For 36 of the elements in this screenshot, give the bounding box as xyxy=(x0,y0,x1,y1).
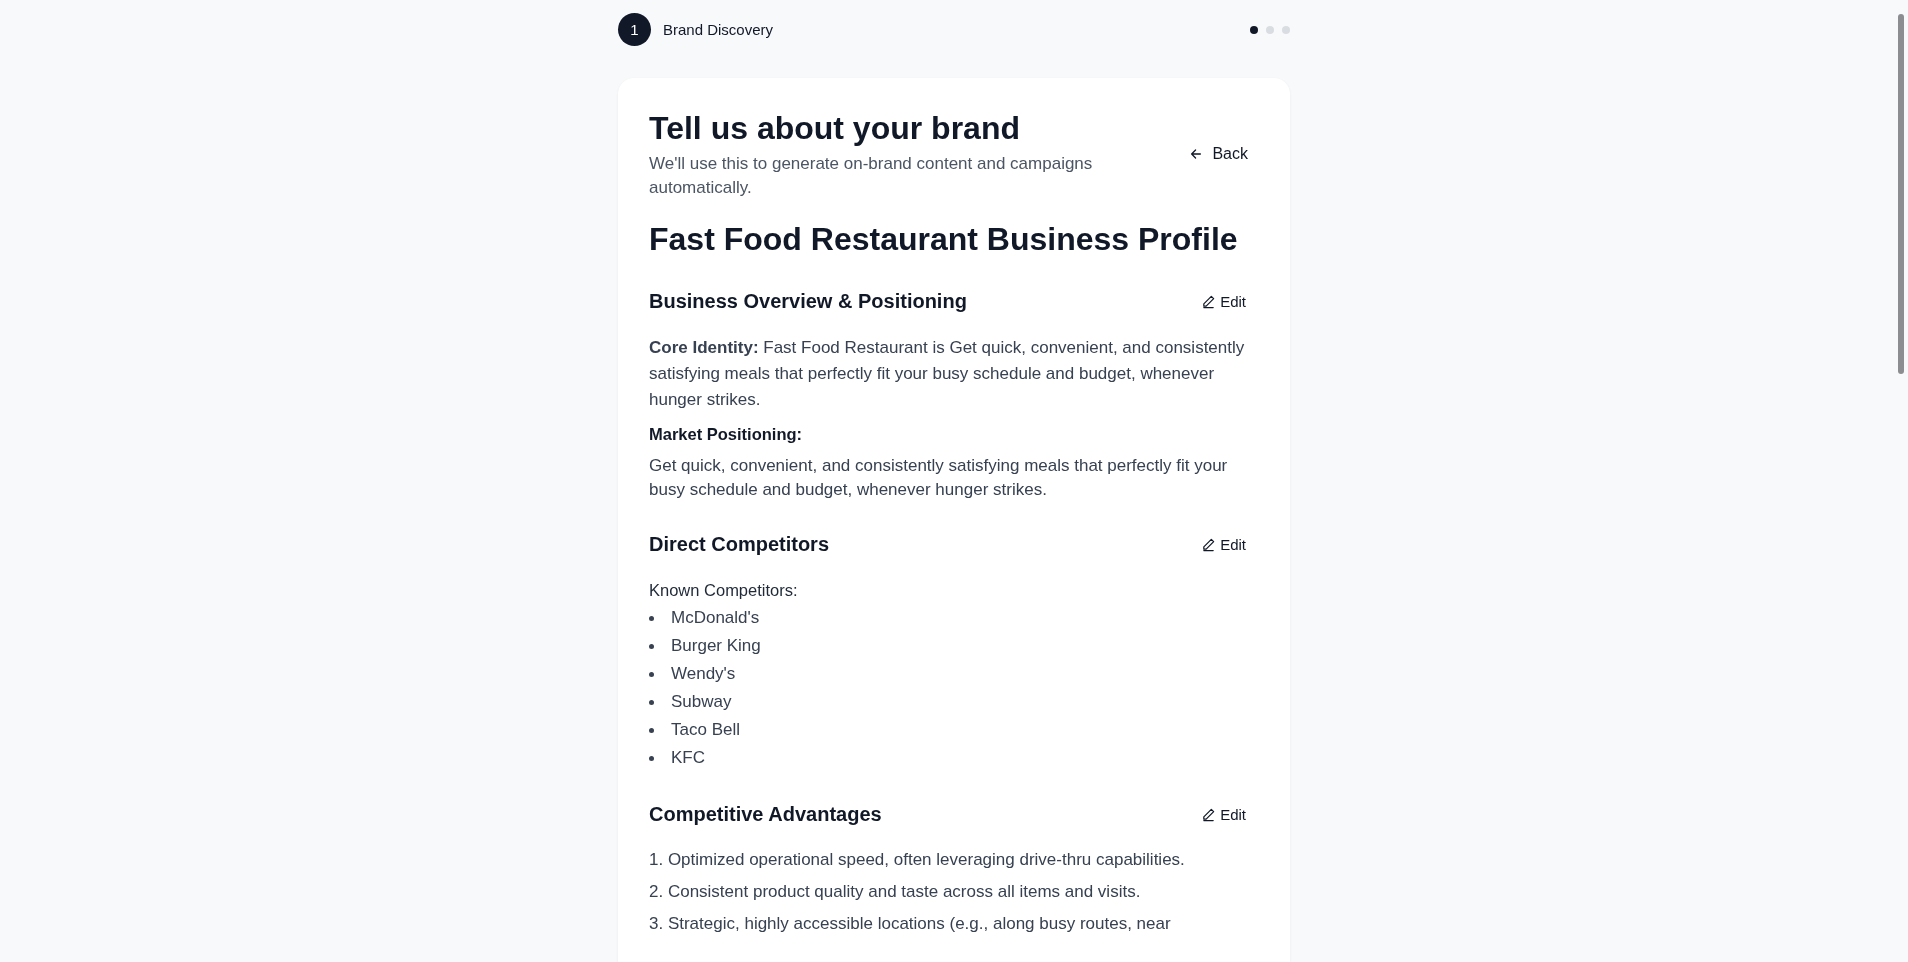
competitor-name: KFC xyxy=(671,748,705,768)
pencil-icon xyxy=(1201,536,1217,552)
step-label: Brand Discovery xyxy=(663,21,774,38)
page-title: Tell us about your brand xyxy=(649,109,1021,148)
edit-button[interactable]: Edit xyxy=(1201,803,1246,825)
advantage-text: 1. Optimized operational speed, often leveraging drive-thru capabilities. xyxy=(649,849,1186,871)
bullet-icon xyxy=(649,699,654,705)
bullet-icon xyxy=(649,727,654,733)
bullet-icon xyxy=(649,671,654,677)
scrollbar-thumb[interactable] xyxy=(1898,14,1904,374)
pencil-icon xyxy=(1201,806,1217,822)
profile-title: Fast Food Restaurant Business Profile xyxy=(649,220,1239,259)
competitor-name: McDonald's xyxy=(671,608,760,628)
advantage-text: 2. Consistent product quality and taste across all items and visits. xyxy=(649,881,1142,903)
competitor-name: Subway xyxy=(671,692,732,712)
pencil-icon xyxy=(1201,293,1217,309)
core-identity-text: Core Identity: Fast Food Restaurant is Get quick, convenient, and consistently satisfying meals that perfectly fit your busy schedule and budget, whenever hunger strikes. xyxy=(649,337,1246,411)
section-title: Business Overview & Positioning xyxy=(649,289,967,314)
edit-button[interactable]: Edit xyxy=(1201,290,1246,312)
field-label: Market Positioning: xyxy=(649,424,804,445)
back-button[interactable]: Back xyxy=(1189,139,1248,169)
competitor-name: Burger King xyxy=(671,636,761,656)
field-label: Known Competitors: xyxy=(649,580,799,601)
section-title: Direct Competitors xyxy=(649,532,830,557)
positioning-text: Get quick, convenient, and consistently satisfying meals that perfectly fit your busy schedule and budget, whenever hunger strikes. xyxy=(649,455,1229,501)
step-number: 1 xyxy=(618,13,651,46)
bullet-icon xyxy=(649,755,654,761)
competitor-name: Taco Bell xyxy=(671,720,740,740)
edit-button[interactable]: Edit xyxy=(1201,533,1246,555)
page-subtitle: We'll use this to generate on-brand content and campaigns automatically. xyxy=(649,153,1094,199)
section-title: Competitive Advantages xyxy=(649,802,882,827)
competitor-name: Wendy's xyxy=(671,664,736,684)
bullet-icon xyxy=(649,615,654,621)
arrow-left-icon xyxy=(1189,147,1204,161)
bullet-icon xyxy=(649,643,654,649)
advantage-text: 3. Strategic, highly accessible locations (e.g., along busy routes, near xyxy=(649,913,1172,935)
